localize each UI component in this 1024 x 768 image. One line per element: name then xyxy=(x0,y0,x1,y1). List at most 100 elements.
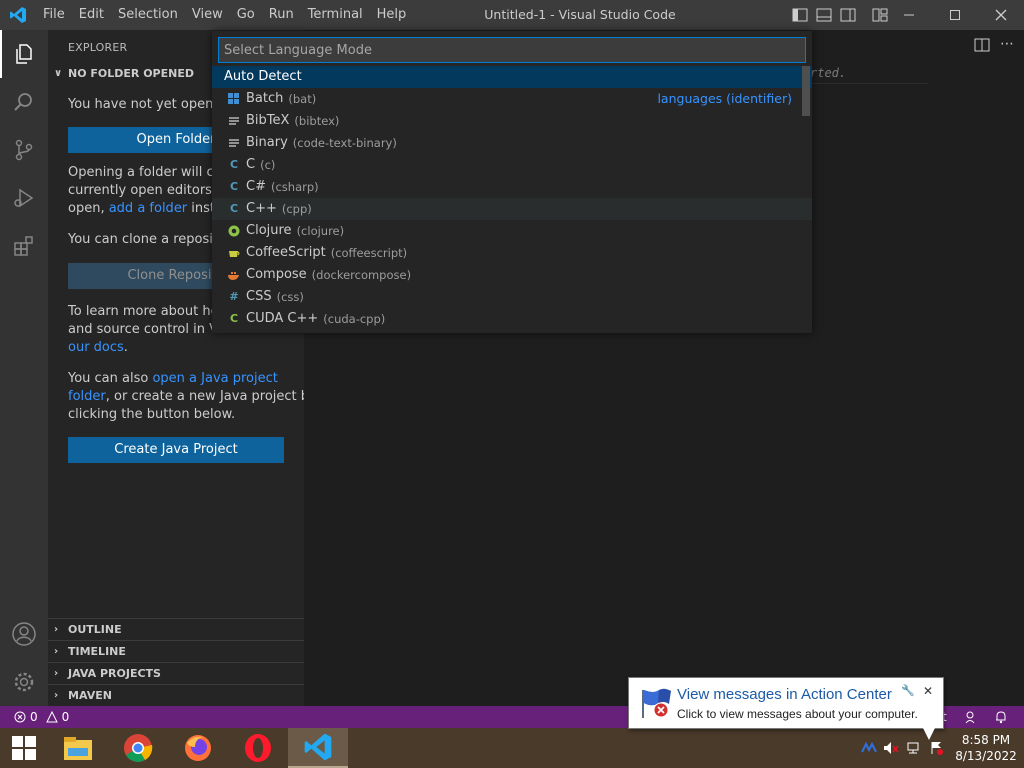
toggle-primary-sidebar-icon[interactable] xyxy=(788,0,812,30)
search-icon[interactable] xyxy=(0,78,48,126)
list-item-css[interactable]: # CSS (css) xyxy=(212,286,812,308)
file-explorer-icon[interactable] xyxy=(48,728,108,768)
start-windows-icon[interactable] xyxy=(0,728,48,768)
menu-file[interactable]: File xyxy=(36,0,72,30)
list-item-c[interactable]: C C (c) xyxy=(212,154,812,176)
list-item-compose[interactable]: Compose (dockercompose) xyxy=(212,264,812,286)
error-icon xyxy=(14,711,26,723)
timeline-section-header[interactable]: › TIMELINE xyxy=(48,640,304,662)
wrench-icon[interactable]: 🔧 xyxy=(901,684,915,697)
menu-run[interactable]: Run xyxy=(262,0,301,30)
language-name: CoffeeScript xyxy=(246,245,326,260)
vscode-taskbar-icon[interactable] xyxy=(288,728,348,768)
explorer-icon[interactable] xyxy=(0,30,48,78)
network-icon[interactable] xyxy=(902,741,926,755)
source-control-icon[interactable] xyxy=(0,126,48,174)
chevron-down-icon: ∨ xyxy=(54,68,63,79)
toggle-panel-icon[interactable] xyxy=(812,0,836,30)
outline-section-header[interactable]: › OUTLINE xyxy=(48,618,304,640)
split-editor-icon[interactable] xyxy=(974,38,990,56)
menu-selection[interactable]: Selection xyxy=(111,0,185,30)
open-java-project-link[interactable]: open a Java project xyxy=(152,371,277,386)
docker-icon xyxy=(228,269,240,281)
text-line: , or create a new Java project by xyxy=(105,389,304,404)
volume-muted-icon[interactable] xyxy=(880,741,902,755)
accounts-icon[interactable] xyxy=(0,610,48,658)
menu-bar: File Edit Selection View Go Run Terminal… xyxy=(36,0,413,30)
coffee-icon xyxy=(228,247,240,259)
create-java-project-button[interactable]: Create Java Project xyxy=(68,437,284,463)
gear-icon[interactable] xyxy=(0,658,48,706)
more-actions-icon[interactable]: ⋯ xyxy=(1000,37,1014,56)
csharp-icon: C xyxy=(229,180,239,193)
toggle-secondary-sidebar-icon[interactable] xyxy=(836,0,860,30)
extensions-icon[interactable] xyxy=(0,222,48,270)
action-center-flag-icon[interactable] xyxy=(926,741,948,755)
list-item-cpp[interactable]: C C++ (cpp) xyxy=(212,198,812,220)
chevron-right-icon: › xyxy=(54,646,59,657)
language-list: Auto Detect Batch (bat) languages (ident… xyxy=(212,66,812,330)
bluetooth-icon[interactable] xyxy=(858,742,880,754)
section-title: MAVEN xyxy=(68,689,112,702)
list-item-auto-detect[interactable]: Auto Detect xyxy=(212,66,812,88)
warning-icon xyxy=(45,711,58,723)
read-docs-link-cont[interactable]: our docs xyxy=(68,340,124,355)
language-name: Batch xyxy=(246,91,284,106)
language-name: Binary xyxy=(246,135,288,150)
menu-edit[interactable]: Edit xyxy=(72,0,111,30)
windows-icon xyxy=(228,93,240,105)
minimize-icon[interactable] xyxy=(886,0,932,30)
language-id: (cpp) xyxy=(281,202,312,216)
languages-identifier-label: languages (identifier) xyxy=(657,91,792,106)
language-name: CUDA C++ xyxy=(246,311,319,326)
list-item-binary[interactable]: Binary (code-text-binary) xyxy=(212,132,812,154)
text-line: open, xyxy=(68,201,109,216)
list-item-cuda-cpp[interactable]: C CUDA C++ (cuda-cpp) xyxy=(212,308,812,330)
language-mode-quick-pick: Auto Detect Batch (bat) languages (ident… xyxy=(212,31,812,333)
bell-icon[interactable] xyxy=(994,710,1008,727)
java-project-message: You can also open a Java project folder,… xyxy=(48,370,304,424)
list-scrollbar[interactable] xyxy=(802,66,810,116)
run-debug-icon[interactable] xyxy=(0,174,48,222)
problems-indicator[interactable]: 0 0 xyxy=(0,710,69,724)
language-id: (cuda-cpp) xyxy=(323,312,386,326)
close-icon[interactable]: ✕ xyxy=(923,684,933,698)
chevron-right-icon: › xyxy=(54,668,59,679)
notification-pointer xyxy=(923,728,935,740)
action-center-notification[interactable]: View messages in Action Center Click to … xyxy=(628,677,944,740)
menu-help[interactable]: Help xyxy=(370,0,414,30)
firefox-icon[interactable] xyxy=(168,728,228,768)
error-count: 0 xyxy=(30,710,38,724)
window-controls xyxy=(886,0,1024,30)
java-projects-section-header[interactable]: › JAVA PROJECTS xyxy=(48,662,304,684)
opera-icon[interactable] xyxy=(228,728,288,768)
maven-section-header[interactable]: › MAVEN xyxy=(48,684,304,706)
taskbar-clock[interactable]: 8:58 PM 8/13/2022 xyxy=(948,732,1024,764)
list-item-bibtex[interactable]: BibTeX (bibtex) xyxy=(212,110,812,132)
feedback-icon[interactable] xyxy=(964,710,978,727)
chrome-icon[interactable] xyxy=(108,728,168,768)
language-search-input[interactable] xyxy=(218,37,806,63)
list-item-clojure[interactable]: Clojure (clojure) xyxy=(212,220,812,242)
language-name: Compose xyxy=(246,267,307,282)
divider xyxy=(804,83,928,84)
clojure-icon xyxy=(228,225,240,237)
menu-go[interactable]: Go xyxy=(230,0,262,30)
text-line: clicking the button below. xyxy=(68,407,236,422)
list-item-batch[interactable]: Batch (bat) languages (identifier) xyxy=(212,88,812,110)
close-icon[interactable] xyxy=(978,0,1024,30)
language-name: BibTeX xyxy=(246,113,290,128)
list-item-csharp[interactable]: C C# (csharp) xyxy=(212,176,812,198)
chevron-right-icon: › xyxy=(54,624,59,635)
list-item-coffeescript[interactable]: CoffeeScript (coffeescript) xyxy=(212,242,812,264)
vscode-logo-icon xyxy=(0,0,36,30)
maximize-icon[interactable] xyxy=(932,0,978,30)
chevron-right-icon: › xyxy=(54,690,59,701)
add-folder-link[interactable]: add a folder xyxy=(109,201,187,216)
open-java-folder-link[interactable]: folder xyxy=(68,389,106,404)
menu-terminal[interactable]: Terminal xyxy=(301,0,370,30)
section-title: NO FOLDER OPENED xyxy=(68,67,194,80)
clock-time: 8:58 PM xyxy=(961,733,1011,747)
menu-view[interactable]: View xyxy=(185,0,230,30)
section-title: OUTLINE xyxy=(68,623,122,636)
